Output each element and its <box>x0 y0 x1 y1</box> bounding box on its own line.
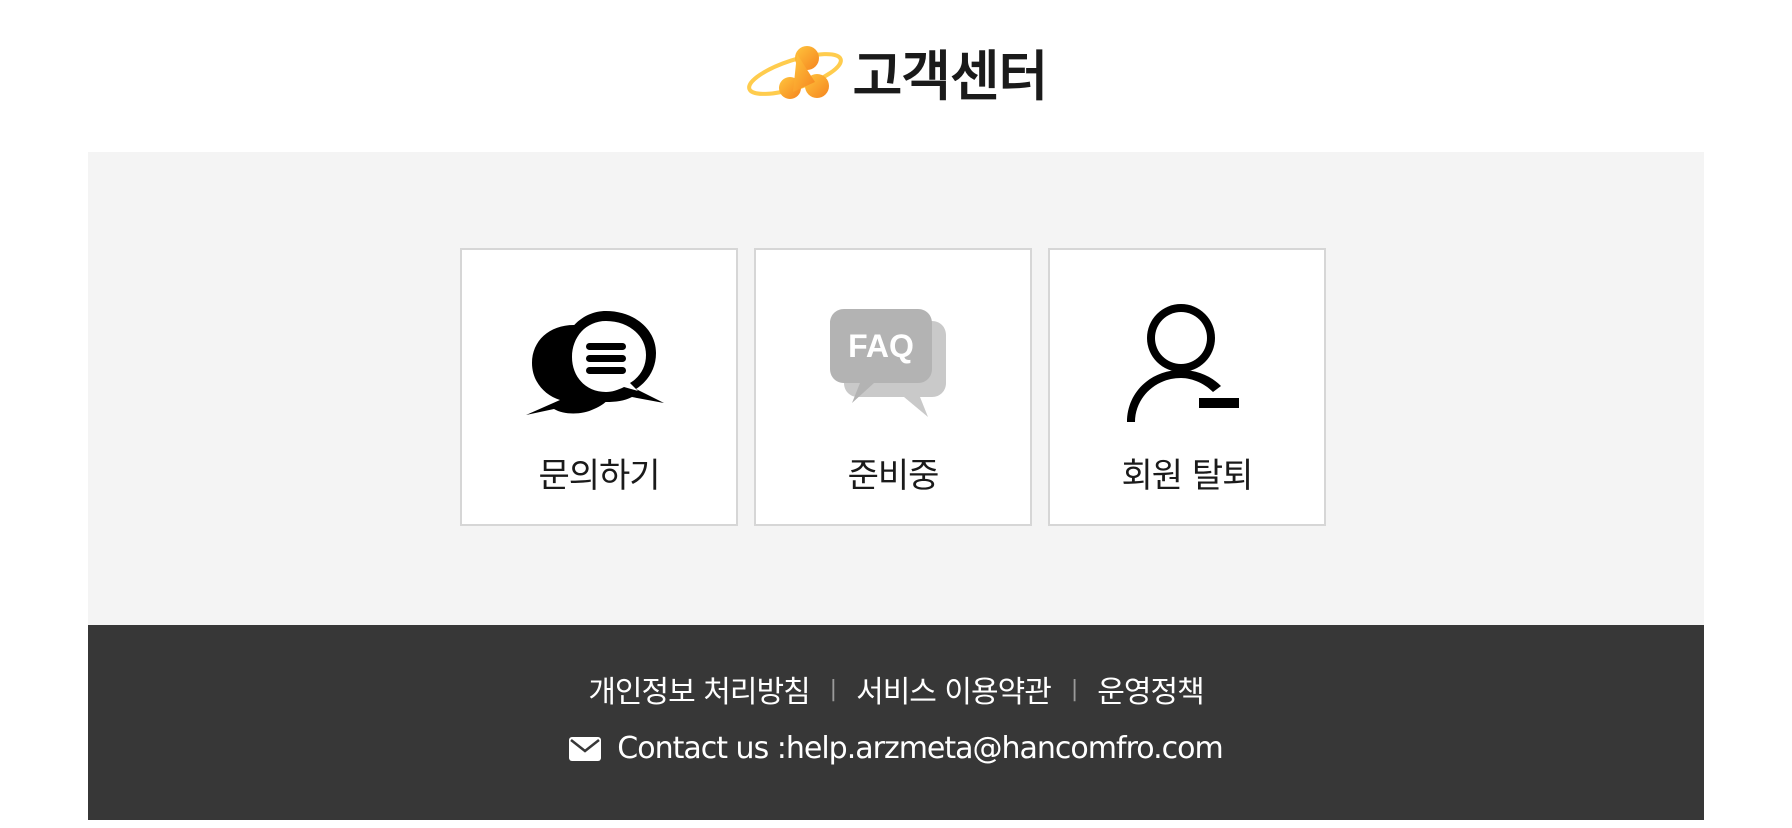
mail-icon <box>569 736 602 761</box>
footer-links: 개인정보 처리방침 | 서비스 이용약관 | 운영정책 <box>88 667 1704 711</box>
contact-info: Contact us : help.arzmeta@hancomfro.com <box>88 731 1704 766</box>
page-title: 고객센터 <box>852 44 1049 108</box>
user-remove-icon <box>1112 300 1262 430</box>
header-inner: 고객센터 <box>745 32 1048 111</box>
card-label: 문의하기 <box>538 456 660 496</box>
terms-of-service-link[interactable]: 서비스 이용약관 <box>856 667 1052 711</box>
card-label: 회원 탈퇴 <box>1121 456 1254 496</box>
arzmeta-logo-icon <box>746 46 843 99</box>
chat-bubbles-icon <box>524 300 674 430</box>
card-list: 문의하기 FAQ 준비중 회원 탈퇴 <box>460 248 1326 526</box>
withdraw-card[interactable]: 회원 탈퇴 <box>1048 248 1326 526</box>
card-label: 준비중 <box>847 456 940 496</box>
operation-policy-link[interactable]: 운영정책 <box>1097 667 1204 711</box>
privacy-policy-link[interactable]: 개인정보 처리방침 <box>588 667 810 711</box>
page: 고객센터 문의하기 FAQ 준비중 회원 탈퇴 개인정보 처리방침 | 서비스 … <box>0 0 1792 828</box>
inquiry-card[interactable]: 문의하기 <box>460 248 738 526</box>
header: 고객센터 <box>0 0 1792 152</box>
main-panel: 문의하기 FAQ 준비중 회원 탈퇴 <box>88 152 1704 625</box>
contact-label: Contact us : <box>617 731 787 766</box>
footer: 개인정보 처리방침 | 서비스 이용약관 | 운영정책 Contact us :… <box>88 625 1704 820</box>
link-separator: | <box>829 676 837 702</box>
faq-icon: FAQ <box>818 300 968 430</box>
svg-text:FAQ: FAQ <box>848 328 914 364</box>
link-separator: | <box>1070 676 1078 702</box>
contact-email-link[interactable]: help.arzmeta@hancomfro.com <box>786 731 1224 766</box>
faq-card[interactable]: FAQ 준비중 <box>754 248 1032 526</box>
